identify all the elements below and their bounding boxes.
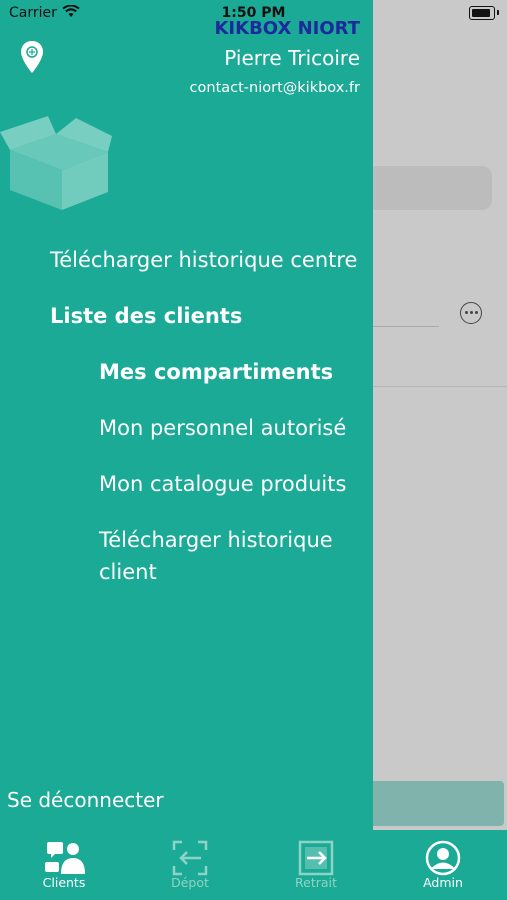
logout-button[interactable]: Se déconnecter bbox=[7, 788, 164, 812]
background-action-button[interactable] bbox=[373, 781, 504, 826]
tab-clients[interactable]: Clients bbox=[1, 830, 127, 900]
status-bar: Carrier 1:50 PM bbox=[0, 0, 507, 28]
deposit-icon bbox=[172, 840, 208, 876]
background-divider bbox=[373, 386, 507, 387]
menu-item-client-list[interactable]: Liste des clients bbox=[50, 300, 242, 332]
tab-admin-label: Admin bbox=[423, 875, 463, 890]
user-email: contact-niort@kikbox.fr bbox=[189, 80, 360, 96]
background-divider bbox=[373, 326, 439, 327]
tab-bar: Clients Dépot Retrait Admin bbox=[0, 830, 507, 900]
more-options-icon[interactable] bbox=[460, 302, 482, 324]
box-icon bbox=[0, 116, 112, 210]
tab-deposit-label: Dépot bbox=[171, 875, 209, 890]
tab-withdraw-label: Retrait bbox=[295, 875, 337, 890]
tab-withdraw[interactable]: Retrait bbox=[253, 830, 379, 900]
menu-item-product-catalog[interactable]: Mon catalogue produits bbox=[99, 468, 346, 500]
battery-tip bbox=[497, 10, 499, 15]
menu-item-download-center-history[interactable]: Télécharger historique centre bbox=[50, 244, 357, 276]
location-pin-icon bbox=[21, 41, 43, 73]
tab-admin[interactable]: Admin bbox=[380, 830, 506, 900]
clock: 1:50 PM bbox=[221, 5, 286, 21]
withdraw-icon bbox=[298, 840, 334, 876]
user-name: Pierre Tricoire bbox=[224, 46, 360, 70]
menu-item-download-client-history[interactable]: Télécharger historique client bbox=[99, 524, 349, 588]
background-search-bar[interactable] bbox=[373, 166, 492, 210]
side-drawer: KIKBOX NIORT Pierre Tricoire contact-nio… bbox=[0, 0, 373, 830]
tab-deposit[interactable]: Dépot bbox=[127, 830, 253, 900]
background-screen bbox=[373, 0, 507, 830]
clients-icon bbox=[45, 842, 85, 874]
menu-item-my-compartments[interactable]: Mes compartiments bbox=[99, 356, 333, 388]
menu-item-authorized-staff[interactable]: Mon personnel autorisé bbox=[99, 412, 346, 444]
battery-icon bbox=[469, 6, 495, 20]
tab-clients-label: Clients bbox=[42, 875, 86, 890]
admin-icon bbox=[425, 840, 461, 876]
